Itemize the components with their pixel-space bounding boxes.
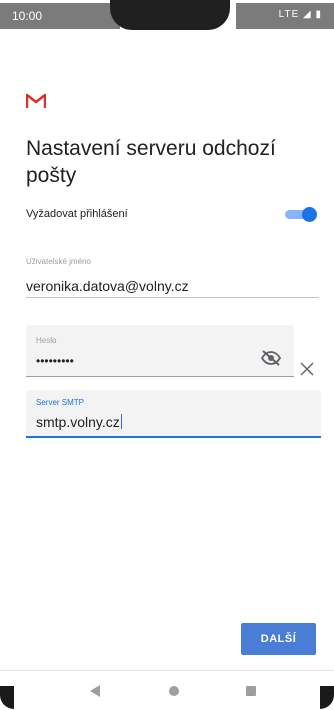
next-button[interactable]: DALŠÍ <box>241 623 316 655</box>
camera-notch <box>110 0 230 30</box>
smtp-server-field[interactable]: Server SMTP smtp.volny.cz <box>26 390 321 438</box>
gmail-logo-icon <box>26 93 46 108</box>
require-login-label: Vyžadovat přihlášení <box>26 208 128 220</box>
smtp-value-wrap: smtp.volny.cz <box>36 414 122 430</box>
close-icon[interactable] <box>298 360 316 378</box>
smtp-label: Server SMTP <box>36 398 85 407</box>
smtp-underline <box>26 436 321 438</box>
page-title: Nastavení serveru odchozí pošty <box>26 137 276 187</box>
status-time: 10:00 <box>12 9 43 23</box>
password-value: ••••••••• <box>36 354 74 368</box>
password-label: Heslo <box>36 336 57 345</box>
require-login-toggle[interactable] <box>283 207 317 222</box>
username-label: Uživatelské jméno <box>26 257 91 266</box>
smtp-value: smtp.volny.cz <box>36 414 120 430</box>
eye-off-icon[interactable] <box>260 349 282 367</box>
status-bar: 10:00 LTE ◢ ▮ <box>0 0 334 30</box>
toggle-knob <box>302 207 317 222</box>
password-underline <box>26 376 294 377</box>
username-field[interactable]: veronika.datova@volny.cz <box>26 278 189 294</box>
back-triangle-icon[interactable] <box>90 685 100 697</box>
recents-square-icon[interactable] <box>246 686 256 696</box>
username-underline <box>26 297 319 298</box>
home-circle-icon[interactable] <box>169 686 179 696</box>
status-indicators: LTE ◢ ▮ <box>278 9 322 20</box>
navigation-bar <box>0 670 334 710</box>
text-cursor <box>120 414 122 429</box>
password-field[interactable]: Heslo ••••••••• <box>26 325 294 377</box>
